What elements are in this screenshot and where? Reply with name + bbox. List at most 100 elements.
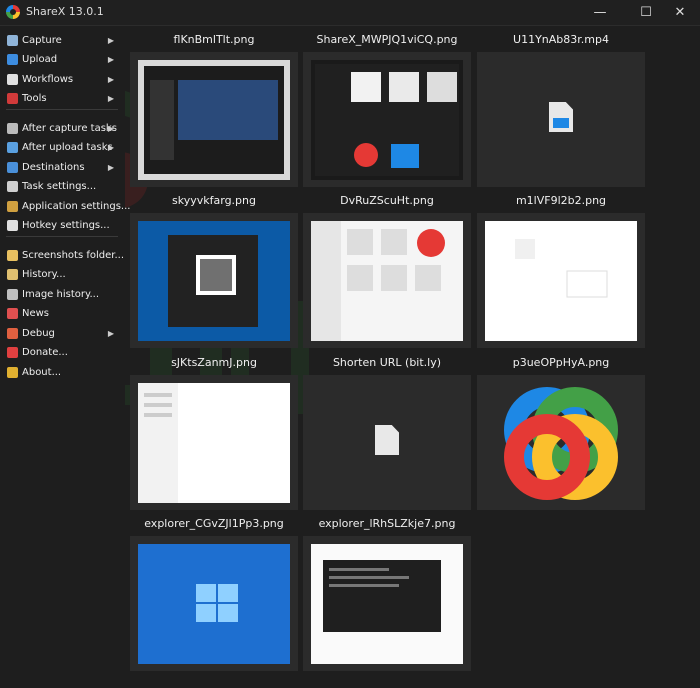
menu-item-label: Upload [22,54,58,65]
menu-item-application-settings[interactable]: Application settings... [0,197,130,216]
thumbnail-preview[interactable] [303,52,471,187]
menu-item-about[interactable]: About... [0,363,124,382]
thumbnail-caption: explorer_lRhSLZkje7.png [318,517,456,530]
thumbnail-caption: explorer_CGvZJl1Pp3.png [144,517,284,530]
workflows-icon [7,74,18,85]
after-capture-icon [7,123,18,134]
menu-item-label: News [22,308,50,319]
screenshot-preview-image [311,221,463,341]
screenshot-preview-image [138,60,290,180]
submenu-arrow-icon: ▶ [107,94,114,103]
upload-icon [7,54,18,65]
image-history-icon [7,289,18,300]
after-upload-icon [7,142,18,153]
menu-item-label: Capture [22,35,62,46]
thumbnail-preview[interactable] [477,213,645,348]
menu-item-label: After upload tasks [22,142,113,153]
sidebar-menu: Capture ▶ Upload ▶ Workflows ▶ Tools ▶ After cap… [0,26,130,688]
menu-item-news[interactable]: News [0,304,124,323]
menu-separator [6,236,118,237]
thumbnail-caption: Shorten URL (bit.ly) [332,356,442,369]
window-title: ShareX 13.0.1 [26,5,104,18]
gear-icon [7,181,18,192]
menu-item-label: History... [22,269,66,280]
thumbnail-caption: skyyvkfarg.png [172,194,256,207]
menu-item-label: Screenshots folder... [22,250,125,261]
menu-item-label: Hotkey settings... [22,220,110,231]
menu-item-screenshots-folder[interactable]: Screenshots folder... [0,246,124,265]
thumbnail-caption: U11YnAb83r.mp4 [513,33,609,46]
title-bar: ShareX 13.0.1 — ☐ ✕ [0,0,700,26]
menu-item-hotkey-settings[interactable]: Hotkey settings... [0,216,124,235]
menu-item-label: Tools [22,93,47,104]
thumbnail-caption: DvRuZScuHt.png [340,194,434,207]
capture-icon [7,35,18,46]
menu-separator [6,109,118,110]
menu-item-capture[interactable]: Capture ▶ [0,31,124,50]
submenu-arrow-icon: ▶ [107,124,114,133]
menu-item-label: Destinations [22,162,85,173]
thumbnail-caption: flKnBmlTlt.png [173,33,255,46]
history-icon [7,269,18,280]
thumbnail-preview[interactable] [130,536,298,671]
menu-item-label: Image history... [22,289,100,300]
menu-item-donate[interactable]: Donate... [0,343,124,362]
keyboard-icon [7,220,18,231]
thumbnail-preview[interactable] [477,52,645,187]
thumbnail-preview[interactable] [130,375,298,510]
menu-item-destinations[interactable]: Destinations ▶ [0,158,124,177]
thumbnail-preview[interactable] [130,52,298,187]
debug-icon [7,328,18,339]
screenshot-preview-image [138,383,290,503]
thumbnail-preview[interactable] [303,213,471,348]
tools-icon [7,93,18,104]
menu-item-debug[interactable]: Debug ▶ [0,324,124,343]
submenu-arrow-icon: ▶ [107,36,114,45]
menu-item-label: Workflows [22,74,74,85]
menu-item-after-upload-tasks[interactable]: After upload tasks ▶ [0,138,124,157]
menu-item-label: Application settings... [22,201,131,212]
menu-item-upload[interactable]: Upload ▶ [0,50,124,69]
menu-item-label: Debug [22,328,55,339]
folder-icon [7,250,18,261]
thumbnail-preview[interactable] [477,375,645,510]
minimize-button[interactable]: — [580,0,620,25]
wrench-icon [7,201,18,212]
screenshot-preview-image [311,60,463,180]
submenu-arrow-icon: ▶ [107,329,114,338]
submenu-arrow-icon: ▶ [107,75,114,84]
thumbnail-preview[interactable] [303,536,471,671]
menu-item-label: Donate... [22,347,68,358]
menu-item-image-history[interactable]: Image history... [0,285,124,304]
video-badge-icon [553,118,569,128]
menu-item-after-capture-tasks[interactable]: After capture tasks ▶ [0,119,124,138]
submenu-arrow-icon: ▶ [107,55,114,64]
thumbnail-caption: p3ueOPpHyA.png [512,356,610,369]
destinations-icon [7,162,18,173]
sharex-logo-image [504,387,618,500]
close-button[interactable]: ✕ [660,0,700,25]
menu-item-workflows[interactable]: Workflows ▶ [0,70,124,89]
menu-item-label: About... [22,367,62,378]
thumbnail-caption: m1lVF9l2b2.png [515,194,607,207]
screenshot-preview-image [311,544,463,664]
thumbnail-caption: sJKtsZanmJ.png [171,356,257,369]
menu-item-tools[interactable]: Tools ▶ [0,89,124,108]
screenshot-preview-image [485,221,637,341]
thumbnail-preview[interactable] [130,213,298,348]
sharex-logo-icon [6,5,20,19]
heart-icon [7,347,18,358]
file-icon [375,425,399,455]
news-icon [7,308,18,319]
thumbnail-caption: ShareX_MWPJQ1viCQ.png [316,33,458,46]
crown-icon [7,367,18,378]
menu-item-task-settings[interactable]: Task settings... [0,177,124,196]
screenshot-preview-image [138,221,290,341]
screenshot-preview-image [138,544,290,664]
submenu-arrow-icon: ▶ [107,143,114,152]
submenu-arrow-icon: ▶ [107,163,114,172]
menu-item-label: After capture tasks [22,123,117,134]
thumbnail-preview[interactable] [303,375,471,510]
menu-item-label: Task settings... [22,181,97,192]
menu-item-history[interactable]: History... [0,265,124,284]
